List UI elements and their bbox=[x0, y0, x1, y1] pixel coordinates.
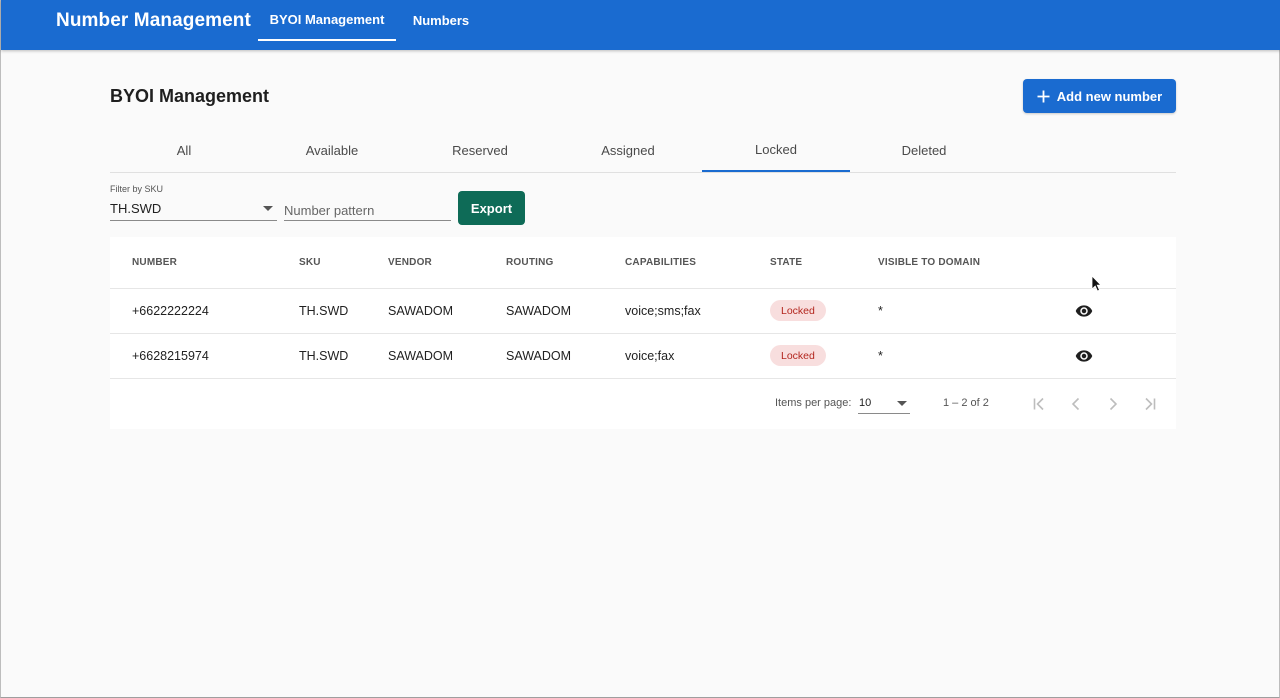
sku-filter-select[interactable]: TH.SWD bbox=[110, 198, 277, 221]
cell-sku: TH.SWD bbox=[299, 349, 349, 363]
cell-sku: TH.SWD bbox=[299, 304, 349, 318]
status-badge: Locked bbox=[770, 345, 826, 366]
number-pattern-input[interactable] bbox=[284, 198, 451, 221]
cell-routing: SAWADOM bbox=[506, 304, 572, 318]
tab-assigned[interactable]: Assigned bbox=[554, 128, 702, 172]
items-per-page-value: 10 bbox=[859, 397, 872, 409]
sku-filter-value: TH.SWD bbox=[110, 201, 162, 216]
cell-vendor: SAWADOM bbox=[388, 349, 454, 363]
app-title: Number Management bbox=[56, 10, 251, 31]
first-page-button[interactable] bbox=[1027, 392, 1051, 416]
table-row[interactable]: +6628215974 TH.SWD SAWADOM SAWADOM voice… bbox=[110, 333, 1176, 378]
column-header-vendor: VENDOR bbox=[388, 257, 432, 268]
cell-visible-to-domain: * bbox=[878, 304, 883, 318]
tab-available[interactable]: Available bbox=[258, 128, 406, 172]
mouse-cursor-icon bbox=[1091, 275, 1102, 292]
column-header-capabilities: CAPABILITIES bbox=[625, 257, 697, 268]
last-page-icon bbox=[1145, 397, 1156, 411]
state-tab-bar: All Available Reserved Assigned Locked D… bbox=[110, 128, 1176, 173]
column-header-sku: SKU bbox=[299, 257, 321, 268]
status-badge: Locked bbox=[770, 300, 826, 321]
nav-tab-numbers[interactable]: Numbers bbox=[401, 0, 481, 41]
export-button[interactable]: Export bbox=[458, 191, 525, 225]
pagination-range: 1 – 2 of 2 bbox=[943, 397, 989, 409]
cell-vendor: SAWADOM bbox=[388, 304, 454, 318]
items-per-page-select[interactable]: 10 bbox=[858, 393, 910, 414]
tab-deleted[interactable]: Deleted bbox=[850, 128, 998, 172]
column-header-visible-to-domain: VISIBLE TO DOMAIN bbox=[878, 257, 981, 268]
table-row[interactable]: +6622222224 TH.SWD SAWADOM SAWADOM voice… bbox=[110, 288, 1176, 333]
cell-capabilities: voice;fax bbox=[625, 349, 675, 363]
cell-number: +6628215974 bbox=[132, 349, 209, 363]
eye-icon[interactable] bbox=[1073, 302, 1095, 320]
next-page-button[interactable] bbox=[1101, 392, 1125, 416]
tab-all[interactable]: All bbox=[110, 128, 258, 172]
numbers-table: NUMBER SKU VENDOR ROUTING CAPABILITIES S… bbox=[110, 237, 1176, 429]
prev-page-button[interactable] bbox=[1064, 392, 1088, 416]
cell-visible-to-domain: * bbox=[878, 349, 883, 363]
cell-number: +6622222224 bbox=[132, 304, 209, 318]
prev-page-icon bbox=[1071, 397, 1080, 411]
nav-tab-byoi-management[interactable]: BYOI Management bbox=[258, 0, 396, 41]
top-app-bar: Number Management BYOI Management Number… bbox=[1, 0, 1280, 50]
last-page-button[interactable] bbox=[1138, 392, 1162, 416]
next-page-icon bbox=[1109, 397, 1118, 411]
chevron-down-icon bbox=[263, 206, 273, 211]
cell-routing: SAWADOM bbox=[506, 349, 572, 363]
first-page-icon bbox=[1033, 397, 1044, 411]
add-new-number-button[interactable]: Add new number bbox=[1023, 79, 1176, 113]
tab-locked[interactable]: Locked bbox=[702, 128, 850, 172]
column-header-routing: ROUTING bbox=[506, 257, 554, 268]
chevron-down-icon bbox=[897, 401, 907, 406]
table-footer-divider bbox=[110, 378, 1176, 379]
page-title: BYOI Management bbox=[110, 86, 270, 106]
eye-icon[interactable] bbox=[1073, 347, 1095, 365]
plus-icon bbox=[1037, 90, 1050, 102]
tab-reserved[interactable]: Reserved bbox=[406, 128, 554, 172]
items-per-page-label: Items per page: bbox=[775, 397, 852, 409]
column-header-state: STATE bbox=[770, 257, 803, 268]
column-header-number: NUMBER bbox=[132, 257, 178, 268]
add-new-number-label: Add new number bbox=[1056, 88, 1163, 104]
cell-capabilities: voice;sms;fax bbox=[625, 304, 701, 318]
sku-filter-label: Filter by SKU bbox=[110, 184, 164, 194]
